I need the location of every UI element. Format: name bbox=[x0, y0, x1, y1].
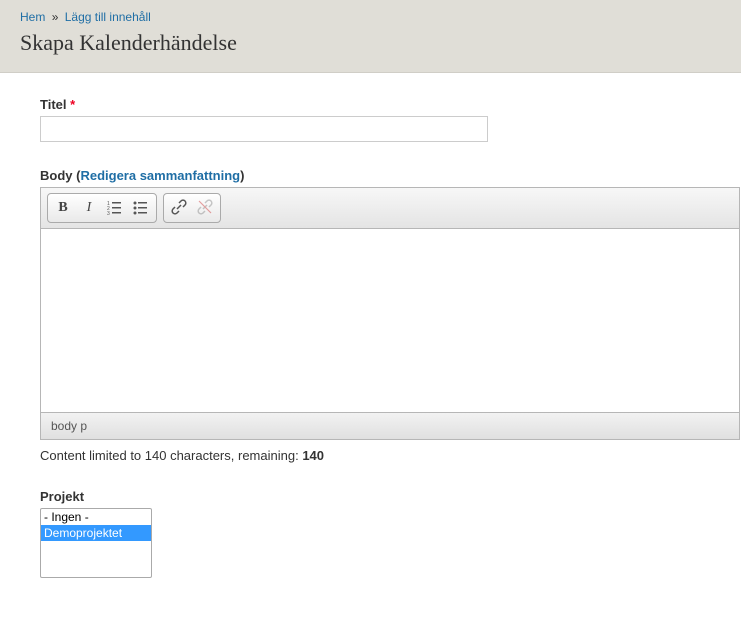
title-label: Titel * bbox=[40, 97, 741, 112]
bold-button[interactable]: B bbox=[50, 196, 76, 220]
body-label-suffix: ) bbox=[240, 168, 244, 183]
project-label: Projekt bbox=[40, 489, 741, 504]
body-label: Body (Redigera sammanfattning) bbox=[40, 168, 741, 183]
edit-summary-link[interactable]: Redigera sammanfattning bbox=[80, 168, 240, 183]
svg-text:3: 3 bbox=[107, 211, 110, 215]
link-button[interactable] bbox=[166, 196, 192, 220]
breadcrumb: Hem » Lägg till innehåll bbox=[20, 10, 721, 24]
breadcrumb-separator: » bbox=[52, 10, 59, 24]
breadcrumb-home-link[interactable]: Hem bbox=[20, 10, 45, 24]
italic-button[interactable]: I bbox=[76, 196, 102, 220]
toolbar-group-format: B I 123 bbox=[47, 193, 157, 223]
title-input[interactable] bbox=[40, 116, 488, 142]
editor-toolbar: B I 123 bbox=[41, 188, 739, 229]
project-option[interactable]: - Ingen - bbox=[41, 509, 151, 525]
unlink-icon bbox=[197, 199, 213, 218]
toolbar-group-link bbox=[163, 193, 221, 223]
project-select[interactable]: - Ingen -Demoprojektet bbox=[40, 508, 152, 578]
breadcrumb-add-content-link[interactable]: Lägg till innehåll bbox=[65, 10, 151, 24]
unlink-button[interactable] bbox=[192, 196, 218, 220]
body-textarea[interactable] bbox=[41, 229, 739, 409]
body-label-prefix: Body ( bbox=[40, 168, 80, 183]
unordered-list-button[interactable] bbox=[128, 196, 154, 220]
project-option[interactable]: Demoprojektet bbox=[41, 525, 151, 541]
link-icon bbox=[171, 199, 187, 218]
title-label-text: Titel bbox=[40, 97, 67, 112]
ordered-list-button[interactable]: 123 bbox=[102, 196, 128, 220]
ordered-list-icon: 123 bbox=[107, 199, 123, 218]
unordered-list-icon bbox=[133, 199, 149, 218]
page-title: Skapa Kalenderhändelse bbox=[20, 30, 721, 56]
char-remaining-count: 140 bbox=[302, 448, 324, 463]
required-mark: * bbox=[70, 97, 75, 112]
char-limit-prefix: Content limited to 140 characters, remai… bbox=[40, 448, 302, 463]
rich-text-editor: B I 123 bbox=[40, 187, 740, 440]
editor-status-bar: body p bbox=[41, 412, 739, 439]
character-limit-text: Content limited to 140 characters, remai… bbox=[40, 448, 741, 463]
